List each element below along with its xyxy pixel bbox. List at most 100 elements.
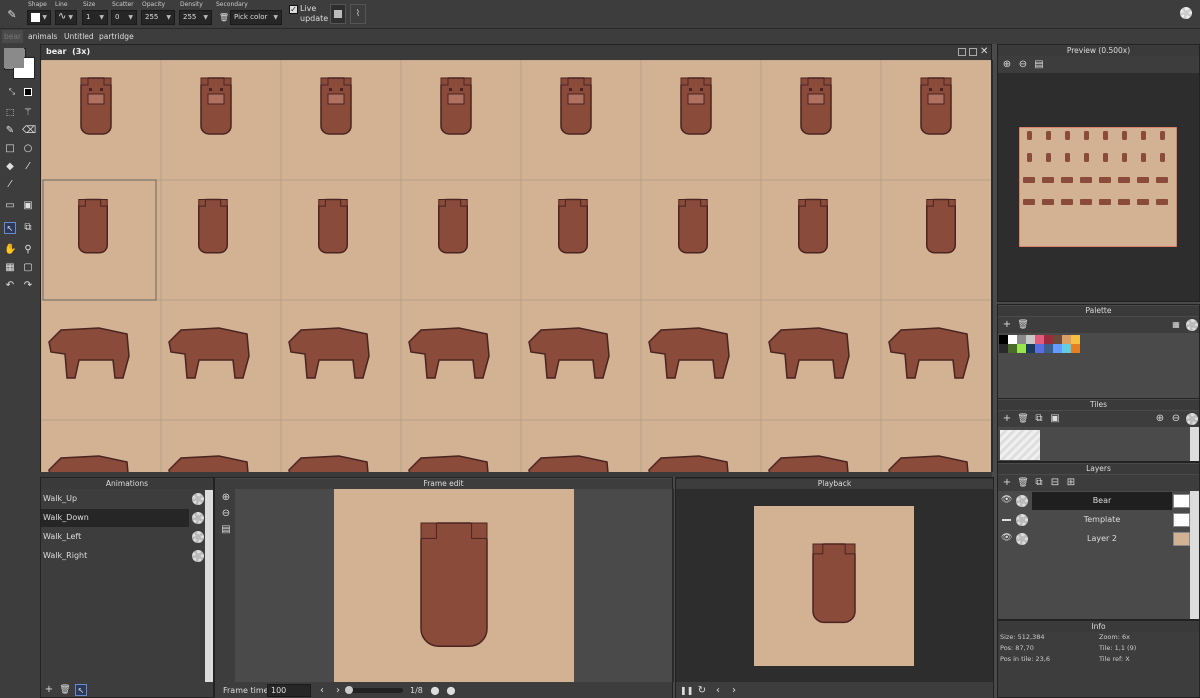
palette-swatch[interactable] <box>1062 335 1071 344</box>
animation-settings-gear-icon[interactable] <box>192 512 204 524</box>
scatter-select[interactable]: 0 ▼ <box>111 10 137 25</box>
merge-down-icon[interactable]: ⊟ <box>1049 477 1061 489</box>
animation-item-walk-right[interactable]: Walk_Right <box>41 547 191 565</box>
live-update-checkbox[interactable]: ✓ <box>289 5 298 14</box>
sprite-frame[interactable] <box>160 179 282 301</box>
previous-frame-icon[interactable]: ‹ <box>316 685 328 697</box>
pointer-icon[interactable]: ↖ <box>4 222 16 234</box>
animation-item-walk-up[interactable]: Walk_Up <box>41 490 191 508</box>
frame-time-input[interactable]: 100 <box>267 684 311 697</box>
sprite-frame[interactable] <box>880 179 991 301</box>
layers-scrollbar[interactable] <box>1190 491 1199 619</box>
pencil-icon[interactable]: ✎ <box>6 9 18 21</box>
primary-color-swatch-front[interactable] <box>4 48 24 68</box>
sprite-frame[interactable] <box>760 299 882 421</box>
shape-select[interactable]: ▼ <box>27 10 51 25</box>
color-picker-icon[interactable]: ⁄ <box>4 179 16 191</box>
tile-thumbnail[interactable] <box>1000 430 1040 460</box>
animations-scrollbar[interactable] <box>205 490 213 682</box>
layer-row-bear[interactable]: 👁 Bear <box>998 492 1190 510</box>
palette-swatch[interactable] <box>1062 344 1071 353</box>
layer-row-layer-2[interactable]: 👁 Layer 2 <box>998 530 1190 548</box>
next-frame-icon[interactable]: › <box>332 685 344 697</box>
fill-bucket-icon[interactable]: ◆ <box>4 161 16 173</box>
canvas-vertical-scrollbar[interactable] <box>991 60 993 472</box>
layer-settings-gear-icon[interactable] <box>1016 495 1028 507</box>
layer-row-template[interactable]: Template <box>998 511 1190 529</box>
fit-icon[interactable]: ▤ <box>220 524 232 536</box>
tile-stamp-icon[interactable]: ▣ <box>22 200 34 212</box>
undo-icon[interactable]: ↶ <box>4 280 16 292</box>
hand-icon[interactable]: ✋ <box>4 244 16 256</box>
palette-colors-icon[interactable]: ▦ <box>1170 319 1182 331</box>
palette-swatch[interactable] <box>999 344 1008 353</box>
redo-icon[interactable]: ↷ <box>22 280 34 292</box>
magic-wand-icon[interactable]: ⚚ <box>22 107 34 119</box>
density-select[interactable]: 255 ▼ <box>179 10 212 25</box>
grid-icon[interactable]: ▦ <box>4 262 16 274</box>
sprite-frame[interactable] <box>520 299 642 421</box>
layer-settings-gear-icon[interactable] <box>1016 533 1028 545</box>
previous-frame-icon[interactable]: ‹ <box>712 685 724 697</box>
sprite-frame[interactable] <box>880 60 991 181</box>
visibility-eye-icon[interactable]: 👁 <box>1001 495 1012 505</box>
delete-icon[interactable]: 🗑 <box>1017 477 1029 489</box>
palette-swatch[interactable] <box>1053 344 1062 353</box>
visibility-hidden-icon[interactable] <box>1002 519 1011 521</box>
sprite-frame[interactable] <box>640 179 762 301</box>
sprite-frame[interactable] <box>41 60 162 181</box>
restore-icon[interactable] <box>969 48 977 56</box>
pointer-icon[interactable]: ↖ <box>75 684 87 696</box>
pause-icon[interactable]: ❚❚ <box>680 685 693 697</box>
sprite-frame[interactable] <box>41 179 162 301</box>
tile-icon[interactable]: ▣ <box>1049 413 1061 425</box>
sprite-frame[interactable] <box>160 419 282 472</box>
sprite-frame[interactable] <box>760 419 882 472</box>
animation-item-walk-down[interactable]: Walk_Down <box>41 509 189 527</box>
zoom-icon[interactable]: ⚲ <box>22 244 34 256</box>
tile-select-icon[interactable]: ▭ <box>4 200 16 212</box>
zoom-out-icon[interactable]: ⊖ <box>1170 413 1182 425</box>
sprite-frame[interactable] <box>640 419 762 472</box>
palette-settings-gear-icon[interactable] <box>1186 319 1198 331</box>
close-icon[interactable]: ✕ <box>980 46 988 57</box>
animation-item-walk-left[interactable]: Walk_Left <box>41 528 191 546</box>
sprite-frame[interactable] <box>280 179 402 301</box>
palette-swatch[interactable] <box>1026 335 1035 344</box>
sprite-frame[interactable] <box>400 179 522 301</box>
sprite-frame[interactable] <box>160 60 282 181</box>
next-frame-icon[interactable]: › <box>728 685 740 697</box>
fit-icon[interactable]: ▤ <box>1033 59 1045 71</box>
sprite-frame[interactable] <box>160 299 282 421</box>
palette-swatch[interactable] <box>1053 335 1062 344</box>
sprite-frame[interactable] <box>400 299 522 421</box>
selection-icon[interactable]: ⬚ <box>4 107 16 119</box>
swap-colors-icon[interactable]: ⤡ <box>6 86 18 98</box>
tiles-settings-gear-icon[interactable] <box>1186 413 1198 425</box>
eyedropper-icon[interactable]: ⁄ <box>22 161 34 173</box>
palette-swatch[interactable] <box>1035 344 1044 353</box>
line-select[interactable]: ∿ ▼ <box>55 10 77 25</box>
sprite-frame[interactable] <box>520 60 642 181</box>
animation-settings-gear-icon[interactable] <box>192 531 204 543</box>
pipette-icon[interactable]: 🗑 <box>218 12 230 24</box>
delete-icon[interactable]: 🗑 <box>1017 413 1029 425</box>
frame-edit-canvas[interactable] <box>334 489 574 682</box>
minimize-icon[interactable] <box>958 48 966 56</box>
sprite-frame[interactable] <box>520 179 642 301</box>
palette-swatch[interactable] <box>1044 335 1053 344</box>
size-select[interactable]: 1 ▼ <box>82 10 108 25</box>
tab-bear[interactable]: bear <box>2 30 24 43</box>
tiles-scrollbar[interactable] <box>1190 427 1199 461</box>
duplicate-icon[interactable]: ⧉ <box>1033 413 1045 425</box>
loop-icon[interactable]: ↻ <box>696 685 708 697</box>
sprite-frame[interactable] <box>640 299 762 421</box>
tab-animals[interactable]: animals <box>26 30 59 43</box>
settings-gear-icon[interactable] <box>1180 7 1192 19</box>
sprite-frame[interactable] <box>41 299 162 421</box>
layer-properties-icon[interactable]: ⊞ <box>1065 477 1077 489</box>
pencil-icon[interactable]: ✎ <box>4 125 16 137</box>
symmetry-button[interactable]: ⌇ <box>350 4 366 24</box>
sprite-frame[interactable] <box>280 419 402 472</box>
delete-icon[interactable]: 🗑 <box>1017 319 1029 331</box>
